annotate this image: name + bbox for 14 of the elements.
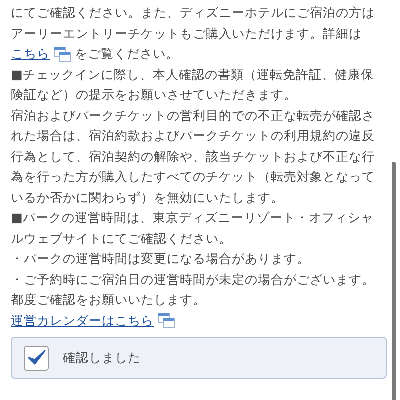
paragraph: ・ご予約時にご宿泊日の運営時間が未定の場合がございます。都度ご確認をお願いいたします。 [11,270,376,309]
paragraph: にてご確認ください。また、ディズニーホテルにご宿泊の方はアーリーエントリーチケットもご購入いただけます。詳細は [11,4,376,42]
text: をご覧ください。 [75,45,179,63]
link[interactable]: 運営カレンダーはこちら [11,310,154,331]
window-icon [54,46,71,62]
paragraph: ■チェックインに際し、本人確認の書類（運転免許証、健康保険証など）の提示をお願いさせていただきます。 [11,66,375,104]
window-icon [158,313,175,328]
paragraph: ■パークの運営時間は、東京ディズニーリゾート・オフィシャルウェブサイトにてご確認ください。 [11,209,375,248]
checkbox-label: 確認しました [63,348,141,367]
checkbox[interactable] [24,346,49,370]
link[interactable]: こちら [11,44,50,64]
scrollbar[interactable] [392,162,396,400]
paragraph: 宿泊およびパークチケットの営利目的での不正な転売が確認された場合は、宿泊約款およびパークチケットの利用規約の違反行為として、宿泊契約の解除や、該当チケットおよび不正な行為を行った方が購入したすべてのチケット（転売対象となっているか否かに関わらず）を無効にいたします。 [11,106,376,206]
paragraph: ・パークの運営時間は変更になる場合があります。 [11,250,311,268]
